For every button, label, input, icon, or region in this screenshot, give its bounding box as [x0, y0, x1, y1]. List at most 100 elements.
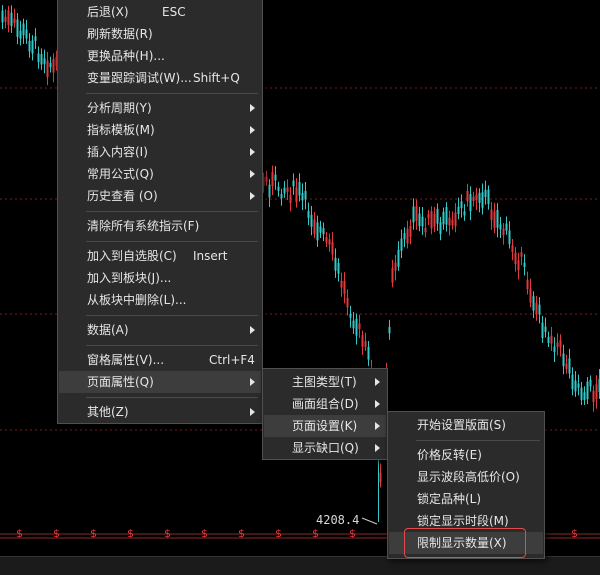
menu-item-common-formula[interactable]: 常用公式(Q)	[59, 163, 261, 185]
submenu-arrow-icon	[250, 192, 255, 200]
candle-body	[395, 263, 397, 271]
candle-body	[512, 245, 514, 252]
candle-body	[413, 207, 415, 223]
submenu-arrow-icon	[250, 170, 255, 178]
candle-body	[485, 190, 487, 197]
submenu-arrow-icon	[250, 104, 255, 112]
candle-body	[401, 239, 403, 251]
menu-item-indicator-template[interactable]: 指标模板(M)	[59, 119, 261, 141]
menu-item-page-setup[interactable]: 页面设置(K)	[264, 415, 386, 437]
candle-body	[356, 319, 358, 336]
candle-body	[500, 224, 502, 229]
candle-body	[530, 288, 532, 302]
candle-body	[494, 211, 496, 227]
menu-item-history-view[interactable]: 历史查看 (O)	[59, 185, 261, 207]
candle-body	[437, 209, 439, 224]
candle-body	[332, 242, 334, 254]
menu-item-page-properties[interactable]: 页面属性(Q)	[59, 371, 261, 393]
candle-body	[338, 263, 340, 274]
candle-body	[434, 214, 436, 227]
candle-body	[527, 280, 529, 289]
low-price-label: 4208.4	[316, 513, 359, 527]
submenu-arrow-icon	[375, 444, 380, 452]
signal-marker-icon: $	[571, 527, 578, 540]
candle-body	[53, 59, 55, 73]
candle-body	[443, 212, 445, 225]
submenu-arrow-icon	[375, 422, 380, 430]
candle-body	[50, 63, 52, 67]
candle-body	[539, 305, 541, 315]
highlight-callout-box	[404, 528, 526, 558]
candle-body	[578, 384, 580, 388]
menu-item-data[interactable]: 数据(A)	[59, 319, 261, 341]
signal-marker-icon: $	[127, 527, 134, 540]
menu-item-remove-from-sector[interactable]: 从板块中删除(L)...	[59, 289, 261, 311]
menu-item-clear-indicators[interactable]: 清除所有系统指示(F)	[59, 215, 261, 237]
candle-body	[347, 298, 349, 308]
menu-item-add-to-sector[interactable]: 加入到板块(J)...	[59, 267, 261, 289]
candle-body	[284, 188, 286, 194]
candle-body	[20, 31, 22, 39]
candle-body	[518, 260, 520, 270]
menu-item-change-symbol[interactable]: 更换品种(H)...	[59, 45, 261, 67]
signal-marker-icon: $	[16, 527, 23, 540]
menu-item-start-layout[interactable]: 开始设置版面(S)	[389, 414, 543, 436]
menu-item-variable-debug[interactable]: 变量跟踪调试(W)...Shift+Q	[59, 67, 261, 89]
menu-separator	[86, 345, 258, 346]
menu-item-analysis-period[interactable]: 分析周期(Y)	[59, 97, 261, 119]
menu-item-main-chart-type[interactable]: 主图类型(T)	[264, 371, 386, 393]
candle-body	[5, 17, 7, 22]
candle-body	[17, 19, 19, 36]
menu-item-back[interactable]: 后退(X)ESC	[59, 1, 261, 23]
candle-body	[302, 193, 304, 200]
signal-marker-icon: $	[201, 527, 208, 540]
candle-body	[275, 175, 277, 181]
submenu-arrow-icon	[250, 126, 255, 134]
candle-body	[362, 335, 364, 346]
candle-body	[311, 215, 313, 227]
candle-body	[566, 363, 568, 369]
candle-body	[314, 219, 316, 233]
candle-body	[419, 213, 421, 226]
candle-body	[590, 380, 592, 387]
menu-item-insert-content[interactable]: 插入内容(I)	[59, 141, 261, 163]
chart-context-menu: 后退(X)ESC 刷新数据(R) 更换品种(H)... 变量跟踪调试(W)...…	[57, 0, 263, 424]
candle-body	[296, 187, 298, 202]
menu-item-layout-combo[interactable]: 画面组合(D)	[264, 393, 386, 415]
menu-separator	[86, 93, 258, 94]
candle-body	[470, 194, 472, 211]
candle-body	[368, 347, 370, 360]
menu-item-other[interactable]: 其他(Z)	[59, 401, 261, 423]
candle-body	[287, 187, 289, 191]
candle-body	[431, 211, 433, 228]
candle-body	[524, 263, 526, 267]
candle-body	[446, 207, 448, 224]
candle-body	[587, 382, 589, 400]
candle-body	[536, 303, 538, 315]
signal-marker-icon: $	[90, 527, 97, 540]
candle-body	[497, 210, 499, 228]
candle-body	[320, 226, 322, 232]
menu-item-pane-properties[interactable]: 窗格属性(V)...Ctrl+F4	[59, 349, 261, 371]
menu-item-price-invert[interactable]: 价格反转(E)	[389, 444, 543, 466]
menu-item-show-gap[interactable]: 显示缺口(Q)	[264, 437, 386, 459]
menu-item-refresh-data[interactable]: 刷新数据(R)	[59, 23, 261, 45]
candle-body	[353, 321, 355, 329]
signal-marker-icon: $	[312, 527, 319, 540]
candle-body	[47, 60, 49, 77]
candle-body	[464, 211, 466, 215]
candle-body	[569, 358, 571, 373]
candle-body	[323, 228, 325, 234]
candle-body	[269, 185, 271, 198]
candle-body	[542, 323, 544, 338]
signal-marker-icon: $	[275, 527, 282, 540]
menu-item-lock-symbol[interactable]: 锁定品种(L)	[389, 488, 543, 510]
candle-body	[359, 323, 361, 329]
menu-item-add-watchlist[interactable]: 加入到自选股(C)Insert	[59, 245, 261, 267]
candle-body	[344, 281, 346, 294]
menu-item-show-swing-hilo[interactable]: 显示波段高低价(O)	[389, 466, 543, 488]
candle-body	[326, 237, 328, 242]
candle-body	[290, 195, 292, 203]
candle-body	[479, 193, 481, 203]
candle-body	[392, 268, 394, 283]
